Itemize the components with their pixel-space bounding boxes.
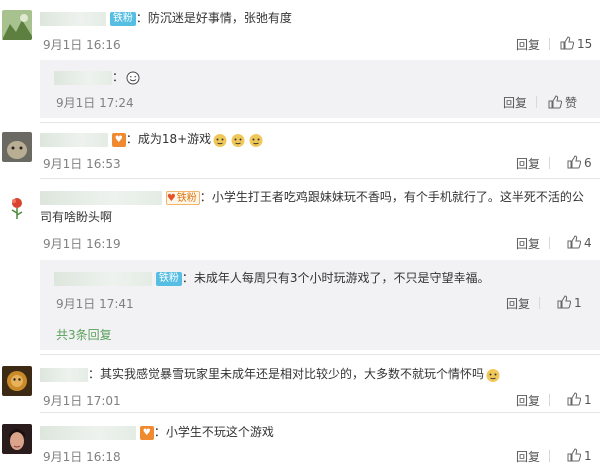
comment-time: 9月1日 16:19 bbox=[43, 237, 121, 251]
reply-time: 9月1日 17:24 bbox=[56, 96, 134, 110]
like-button[interactable]: 4 bbox=[567, 235, 592, 250]
comment-header: ：其实我感觉暴雪玩家里未成年还是相对比较少的，大多数不就玩个情怀吗 bbox=[40, 366, 502, 383]
username[interactable] bbox=[54, 271, 152, 286]
username[interactable] bbox=[40, 425, 136, 440]
comment-text: 小学生不玩这个游戏 bbox=[165, 425, 274, 439]
reply-box: ： 9月1日 17:24 回复 赞 bbox=[40, 60, 600, 118]
fan-heart-badge: ♥ bbox=[139, 425, 154, 440]
reply-box: 铁粉 ：未成年人每周只有3个小时玩游戏了，不只是守望幸福。 9月1日 17:41 … bbox=[40, 260, 600, 350]
comment-1: 铁粉 ：防沉迷是好事情，张弛有度 9月1日 16:16 回复 15 ： 9月1日 … bbox=[0, 0, 600, 122]
like-count: 1 bbox=[574, 296, 582, 310]
username[interactable] bbox=[54, 70, 112, 85]
iron-fan-badge: 铁粉 bbox=[155, 271, 182, 286]
comment-header: ♥铁粉 ：小学生打王者吃鸡跟妹妹玩不香吗，有个手机就行了。这半死不活的公司有啥盼头… bbox=[40, 190, 584, 224]
comment-text: 防沉迷是好事情，张弛有度 bbox=[147, 11, 292, 25]
like-button[interactable]: 1 bbox=[557, 295, 582, 310]
comment-2: ♥ ：成为18+游戏 9月1日 16:53 回复 6 bbox=[0, 122, 600, 178]
avatar[interactable] bbox=[2, 10, 32, 40]
username[interactable] bbox=[40, 190, 162, 205]
iron-fan-badge: 铁粉 bbox=[109, 11, 136, 26]
username[interactable] bbox=[40, 132, 108, 147]
comment-time: 9月1日 16:53 bbox=[43, 157, 121, 171]
comment-header: ♥ ：成为18+游戏 bbox=[40, 131, 265, 148]
avatar[interactable] bbox=[2, 424, 32, 454]
thumbs-up-icon bbox=[567, 448, 582, 462]
comment-time: 9月1日 16:16 bbox=[43, 38, 121, 52]
like-count: 1 bbox=[584, 449, 592, 463]
like-label: 赞 bbox=[565, 96, 578, 110]
reply-button[interactable]: 回复 bbox=[516, 448, 540, 465]
username[interactable] bbox=[40, 11, 106, 26]
reply-button[interactable]: 回复 bbox=[503, 94, 527, 111]
reply-header: ： bbox=[54, 69, 142, 86]
like-count: 1 bbox=[584, 393, 592, 407]
thumbs-up-icon bbox=[567, 155, 582, 169]
thumbs-up-icon bbox=[567, 235, 582, 249]
fan-heart-badge: ♥ bbox=[111, 132, 126, 147]
like-count: 6 bbox=[584, 156, 592, 170]
fan-badge: ♥铁粉 bbox=[165, 190, 200, 205]
comment-header: ♥ ：小学生不玩这个游戏 bbox=[40, 424, 274, 440]
reply-button[interactable]: 回复 bbox=[516, 392, 540, 409]
reply-header: 铁粉 ：未成年人每周只有3个小时玩游戏了，不只是守望幸福。 bbox=[54, 270, 489, 286]
comment-3: ♥铁粉 ：小学生打王者吃鸡跟妹妹玩不香吗，有个手机就行了。这半死不活的公司有啥盼头… bbox=[0, 178, 600, 354]
reply-button[interactable]: 回复 bbox=[516, 36, 540, 53]
comment-header: 铁粉 ：防沉迷是好事情，张弛有度 bbox=[40, 10, 292, 26]
username[interactable] bbox=[40, 367, 88, 382]
like-count: 15 bbox=[577, 37, 593, 51]
comment-4: ：其实我感觉暴雪玩家里未成年还是相对比较少的，大多数不就玩个情怀吗 9月1日 1… bbox=[0, 354, 600, 412]
doge-emoji-icon bbox=[486, 368, 500, 382]
comment-text: 其实我感觉暴雪玩家里未成年还是相对比较少的，大多数不就玩个情怀吗 bbox=[100, 367, 485, 381]
reply-time: 9月1日 17:41 bbox=[56, 297, 134, 311]
doge-emoji-icon bbox=[231, 133, 245, 147]
like-button[interactable]: 6 bbox=[567, 155, 592, 170]
reply-text: 未成年人每周只有3个小时玩游戏了，不只是守望幸福。 bbox=[193, 271, 490, 285]
reply-button[interactable]: 回复 bbox=[516, 235, 540, 252]
like-button[interactable]: 赞 bbox=[548, 94, 577, 111]
thumbs-up-icon bbox=[567, 392, 582, 406]
thumbs-up-icon bbox=[557, 295, 572, 309]
more-replies-link[interactable]: 共3条回复 bbox=[56, 326, 112, 343]
comment-5: ♥ ：小学生不玩这个游戏 9月1日 16:18 回复 1 bbox=[0, 412, 600, 474]
comment-time: 9月1日 17:01 bbox=[43, 394, 121, 408]
thumbs-up-icon bbox=[560, 36, 575, 50]
like-button[interactable]: 1 bbox=[567, 448, 592, 463]
avatar[interactable] bbox=[2, 192, 32, 222]
like-button[interactable]: 15 bbox=[560, 36, 592, 51]
laugh-cry-emoji-icon bbox=[126, 71, 140, 84]
avatar[interactable] bbox=[2, 132, 32, 162]
like-count: 4 bbox=[584, 236, 592, 250]
comment-text: 成为18+游戏 bbox=[137, 132, 212, 146]
reply-button[interactable]: 回复 bbox=[506, 295, 530, 312]
like-button[interactable]: 1 bbox=[567, 392, 592, 407]
doge-emoji-icon bbox=[249, 133, 263, 147]
comment-time: 9月1日 16:18 bbox=[43, 450, 121, 464]
reply-button[interactable]: 回复 bbox=[516, 155, 540, 172]
thumbs-up-icon bbox=[548, 95, 563, 109]
avatar[interactable] bbox=[2, 366, 32, 396]
doge-emoji-icon bbox=[213, 133, 227, 147]
